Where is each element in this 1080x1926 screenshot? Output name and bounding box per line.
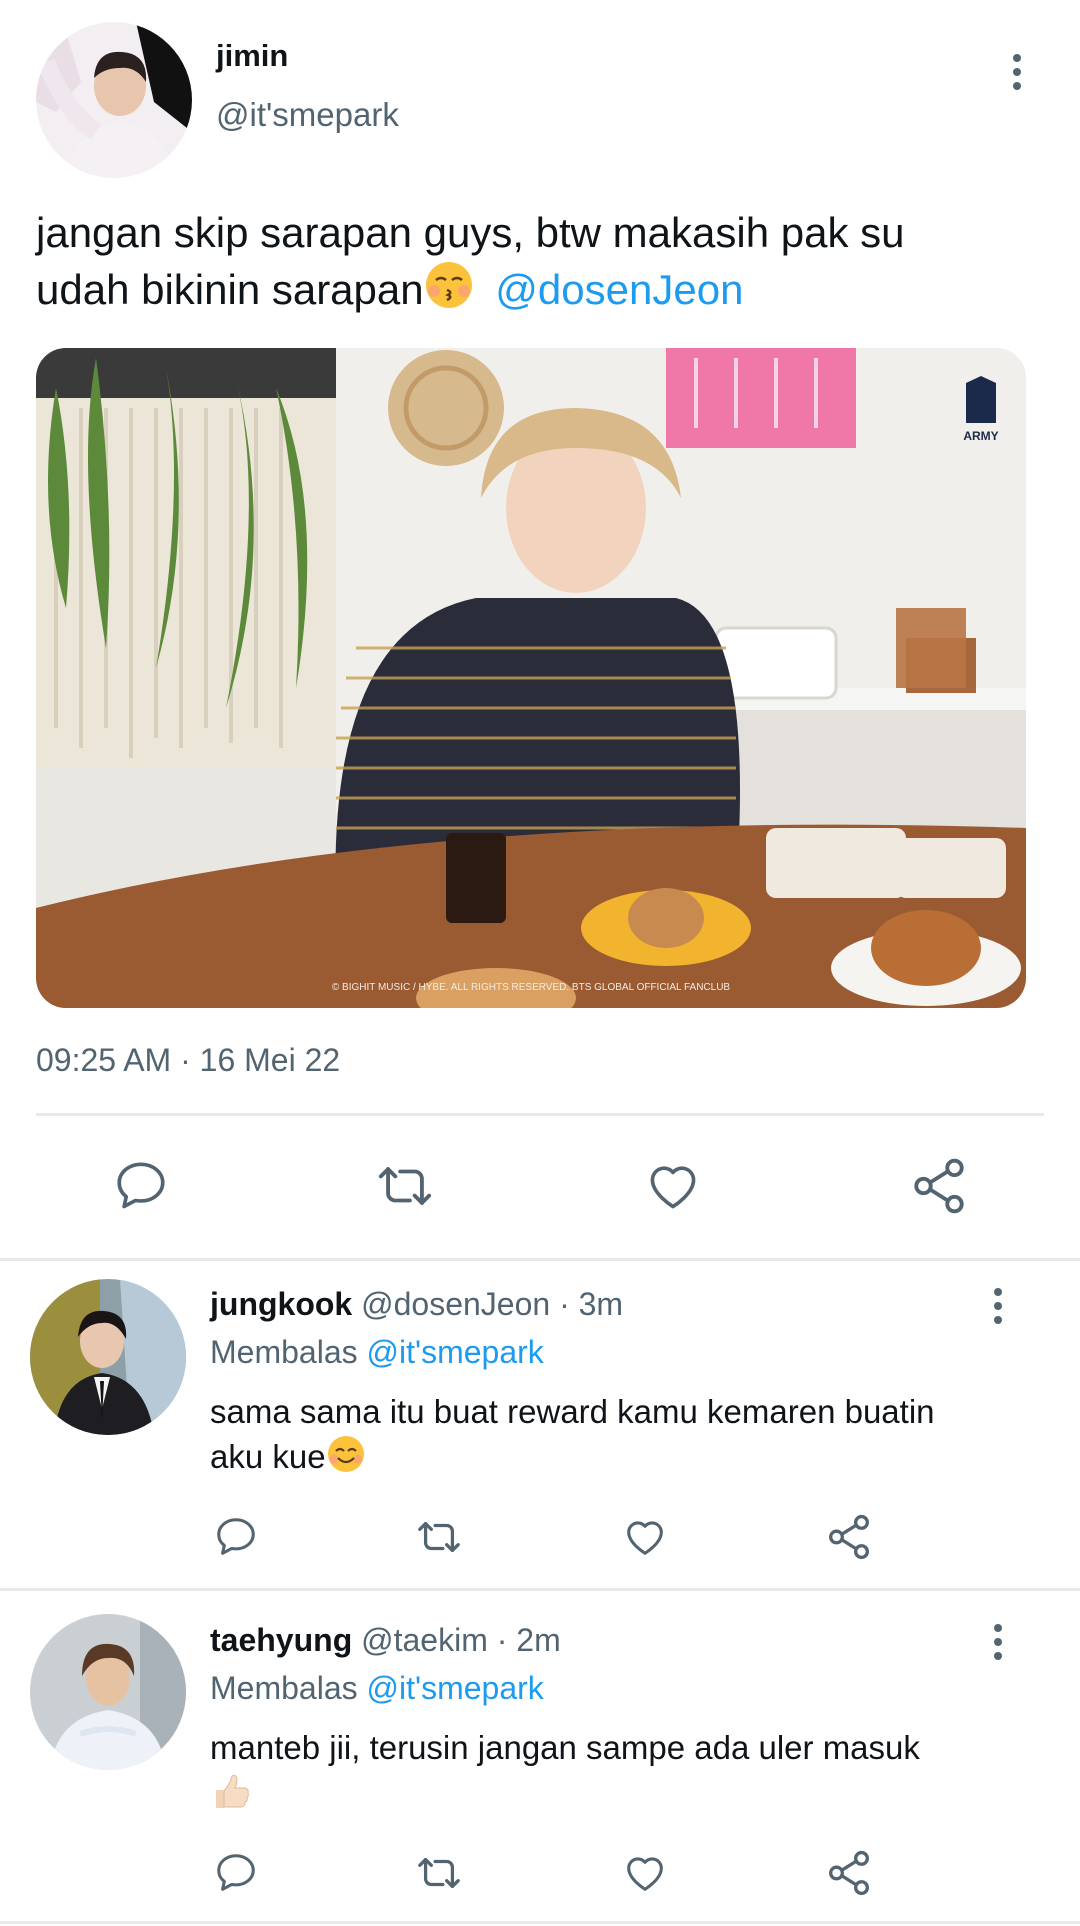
- reply-1-retweet-button[interactable]: [413, 1514, 465, 1560]
- reply-2-retweet-button[interactable]: [413, 1850, 465, 1896]
- avatar-taehyung[interactable]: [30, 1614, 186, 1770]
- reply-1-meta: @dosenJeon · 3m: [361, 1286, 624, 1322]
- reply-2-replying-link[interactable]: @it'smepark: [367, 1670, 544, 1706]
- like-icon: [650, 1166, 696, 1209]
- reply-1-header: jungkook @dosenJeon · 3m: [210, 1286, 623, 1323]
- like-icon: [627, 1857, 663, 1891]
- retweet-icon: [418, 1857, 460, 1889]
- tweet-timestamp: 09:25 AM · 16 Mei 22: [36, 1042, 341, 1078]
- tweet-divider: [0, 1258, 1080, 1261]
- share-icon: [914, 1158, 964, 1214]
- smiling-emoji: [326, 1434, 366, 1485]
- tweet-text-line2-content: udah bikinin sarapan: [36, 266, 424, 313]
- comment-icon: [217, 1518, 255, 1555]
- reply-2-divider: [0, 1921, 1080, 1924]
- avatar-jimin[interactable]: [36, 22, 192, 178]
- image-caption: © BIGHIT MUSIC / HYBE. ALL RIGHTS RESERV…: [332, 982, 731, 993]
- comment-icon: [117, 1162, 165, 1209]
- reply-1-comment-button[interactable]: [213, 1514, 259, 1560]
- like-button[interactable]: [642, 1157, 704, 1215]
- reply-1-replying-link[interactable]: @it'smepark: [367, 1334, 544, 1370]
- kissing-emoji: [424, 260, 474, 323]
- reply-1-share-button[interactable]: [824, 1512, 874, 1562]
- reply-1-name[interactable]: jungkook: [210, 1286, 352, 1322]
- retweet-icon: [418, 1521, 460, 1553]
- reply-2-replying-label: Membalas: [210, 1670, 358, 1706]
- author-handle[interactable]: @it'smepark: [216, 96, 399, 134]
- tweet-text-line1: jangan skip sarapan guys, btw makasih pa…: [36, 209, 905, 256]
- reply-2-share-button[interactable]: [824, 1848, 874, 1898]
- reply-2-text-line1: manteb jii, terusin jangan sampe ada ule…: [210, 1729, 920, 1766]
- reply-1-replying-to: Membalas @it'smepark: [210, 1334, 544, 1371]
- reply-2-comment-button[interactable]: [213, 1850, 259, 1896]
- comment-icon: [217, 1854, 255, 1891]
- avatar-jungkook[interactable]: [30, 1279, 186, 1435]
- reply-1-divider: [0, 1588, 1080, 1591]
- reply-2-more-icon[interactable]: [990, 1624, 1006, 1660]
- reply-1-text-line2-wrap: aku kue: [210, 1434, 1050, 1485]
- comment-button[interactable]: [112, 1157, 170, 1215]
- retweet-icon: [378, 1167, 432, 1205]
- reply-2-text-line2-wrap: [210, 1770, 1050, 1823]
- reply-2-meta: @taekim · 2m: [361, 1622, 561, 1658]
- reply-2-like-button[interactable]: [621, 1850, 669, 1896]
- tweet-photo[interactable]: ARMY © BIGHIT MUSIC / HYBE. ALL RIGHTS R…: [36, 348, 1026, 1008]
- reply-1-replying-label: Membalas: [210, 1334, 358, 1370]
- reply-1-like-button[interactable]: [621, 1514, 669, 1560]
- mention-link[interactable]: @dosenJeon: [495, 266, 743, 313]
- reply-2-header: taehyung @taekim · 2m: [210, 1622, 561, 1659]
- share-button[interactable]: [908, 1155, 970, 1217]
- stats-divider: [36, 1113, 1044, 1116]
- army-logo-text: ARMY: [963, 429, 998, 443]
- author-name[interactable]: jimin: [216, 38, 288, 74]
- reply-1-text-line2: aku kue: [210, 1438, 326, 1475]
- thumbs-up-emoji: [210, 1770, 252, 1823]
- retweet-button[interactable]: [372, 1157, 438, 1215]
- reply-1-more-icon[interactable]: [990, 1288, 1006, 1324]
- tweet-text: jangan skip sarapan guys, btw makasih pa…: [36, 206, 1046, 323]
- more-icon[interactable]: [1009, 54, 1025, 90]
- like-icon: [627, 1521, 663, 1555]
- tweet-text-line2: udah bikinin sarapan @dosenJeon: [36, 260, 1046, 323]
- reply-1-text-line1: sama sama itu buat reward kamu kemaren b…: [210, 1393, 935, 1430]
- share-icon: [829, 1514, 869, 1560]
- reply-2-replying-to: Membalas @it'smepark: [210, 1670, 544, 1707]
- reply-1-text: sama sama itu buat reward kamu kemaren b…: [210, 1390, 1050, 1485]
- army-logo: [966, 376, 996, 423]
- reply-2-text: manteb jii, terusin jangan sampe ada ule…: [210, 1726, 1050, 1823]
- share-icon: [829, 1850, 869, 1896]
- reply-2-name[interactable]: taehyung: [210, 1622, 352, 1658]
